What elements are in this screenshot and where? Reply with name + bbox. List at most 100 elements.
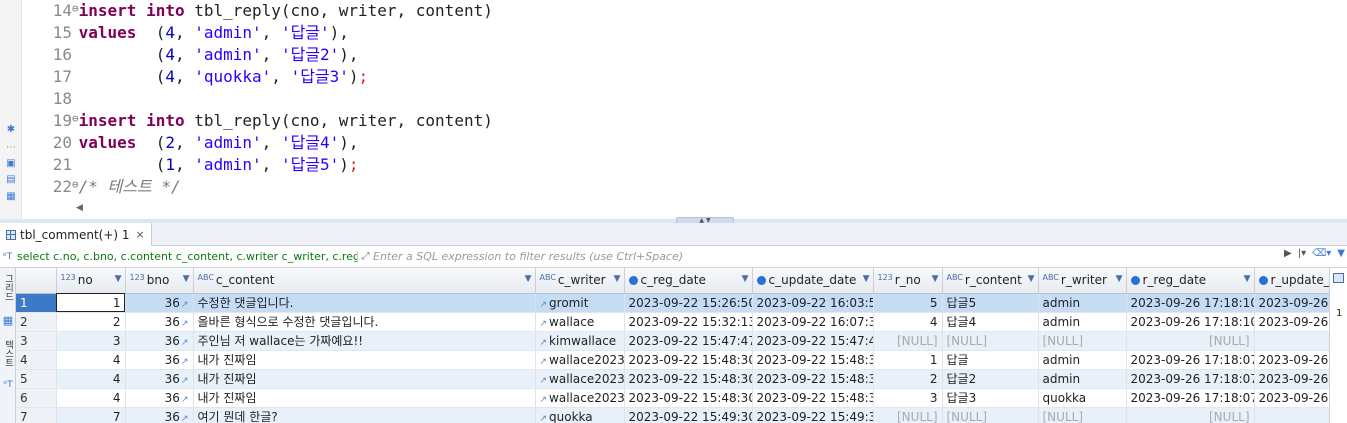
cell-r-no[interactable]: [NULL] <box>873 407 943 423</box>
cell-c-writer[interactable]: ↗ wallace <box>535 312 625 332</box>
cell-c-content[interactable]: 내가 진짜임 <box>193 350 536 370</box>
code-line[interactable]: 15 values (4, 'admin', '답글'), <box>28 22 349 44</box>
cell-no[interactable]: 3 <box>56 331 126 351</box>
cell-r-content[interactable]: 답글2 <box>942 369 1039 389</box>
gear-icon[interactable]: ✱ <box>5 124 17 136</box>
cell-c-writer[interactable]: ↗ wallace2023 <box>535 369 625 389</box>
fold-icon[interactable] <box>72 156 79 169</box>
foreign-key-link-icon[interactable]: ↗ <box>181 395 189 405</box>
text-view-icon[interactable]: ᵒT <box>1 380 15 390</box>
code-line[interactable]: 20 values (2, 'admin', '답글4'), <box>28 132 359 154</box>
cell-r-update[interactable] <box>1254 331 1329 351</box>
column-header-r-content[interactable]: ABC r_content ▼ <box>942 268 1039 294</box>
cell-c-update-date[interactable]: 2023-09-22 15:48:30 <box>752 350 874 370</box>
row-number[interactable]: 7 <box>16 407 57 423</box>
fold-icon[interactable] <box>72 134 79 147</box>
table-row[interactable]: 2 2 36↗ 올바른 형식으로 수정한 댓글입니다. ↗ wallace 2023-09-… <box>16 312 1329 332</box>
foreign-key-link-icon[interactable]: ↗ <box>181 319 189 329</box>
table-row[interactable]: 6 4 36↗ 내가 진짜임 ↗ wallace2023 2023-09-22 15:48:… <box>16 388 1329 408</box>
cell-r-no[interactable]: 1 <box>873 350 943 370</box>
foreign-key-link-icon[interactable]: ↗ <box>540 338 548 348</box>
history-dropdown-icon[interactable]: |▾ <box>1298 248 1306 259</box>
code-area[interactable]: 14⊖insert into tbl_reply(cno, writer, co… <box>28 0 1328 200</box>
cell-r-writer[interactable]: admin <box>1038 369 1127 389</box>
cell-r-writer[interactable]: admin <box>1038 293 1127 313</box>
row-number[interactable]: 6 <box>16 388 57 408</box>
column-header-r-update-date[interactable]: r_update_c <box>1254 268 1329 294</box>
cell-r-writer[interactable]: [NULL] <box>1038 331 1127 351</box>
sort-icon[interactable]: ▼ <box>115 274 122 284</box>
cell-r-update[interactable]: 2023-09-26 <box>1254 350 1329 370</box>
code-line[interactable]: 17 (4, 'quokka', '답글3'); <box>28 66 368 88</box>
grid-view-icon[interactable]: ▦ <box>1 315 15 327</box>
cell-r-reg-date[interactable]: 2023-09-26 17:18:07 <box>1126 350 1255 370</box>
code-line[interactable]: 18 <box>28 88 79 110</box>
column-header-bno[interactable]: 123 bno ▼ <box>125 268 194 294</box>
foreign-key-link-icon[interactable]: ↗ <box>181 376 189 386</box>
cell-bno[interactable]: 36↗ <box>125 331 194 351</box>
code-line[interactable]: 21 (1, 'admin', '답글5'); <box>28 154 359 176</box>
cell-c-content[interactable]: 주인님 저 wallace는 가짜예요!! <box>193 331 536 351</box>
column-header-r-writer[interactable]: ABC r_writer ▼ <box>1038 268 1127 294</box>
cell-r-content[interactable]: 답글 <box>942 350 1039 370</box>
cell-no[interactable]: 4 <box>56 350 126 370</box>
filter-icon[interactable]: ▼ <box>1337 248 1345 259</box>
cell-c-update-date[interactable]: 2023-09-22 15:48:30 <box>752 388 874 408</box>
cell-c-writer[interactable]: ↗ gromit <box>535 293 625 313</box>
cell-bno[interactable]: 36↗ <box>125 293 194 313</box>
sort-icon[interactable]: ▼ <box>1028 274 1035 284</box>
cell-c-content[interactable]: 올바른 형식으로 수정한 댓글입니다. <box>193 312 536 332</box>
cell-c-content[interactable]: 수정한 댓글입니다. <box>193 293 536 313</box>
table-row[interactable]: 7 7 36↗ 여기 뭔데 한글? ↗ quokka 2023-09-22 15:49:30… <box>16 407 1329 423</box>
foreign-key-link-icon[interactable]: ↗ <box>181 338 189 348</box>
results-grid[interactable]: 123 no ▼ 123 bno ▼ ABC c_content ▼ ABC c_writer… <box>16 268 1329 423</box>
column-header-c-update-date[interactable]: c_update_date ▼ <box>752 268 874 294</box>
cell-no[interactable]: 4 <box>56 388 126 408</box>
column-header-no[interactable]: 123 no ▼ <box>56 268 126 294</box>
cell-c-update-date[interactable]: 2023-09-22 15:49:30 <box>752 407 874 423</box>
cell-c-update-date[interactable]: 2023-09-22 15:47:47 <box>752 331 874 351</box>
cell-bno[interactable]: 36↗ <box>125 350 194 370</box>
column-header-c-content[interactable]: ABC c_content ▼ <box>193 268 536 294</box>
cell-r-update[interactable]: 2023-09-26 <box>1254 312 1329 332</box>
sort-icon[interactable]: ▼ <box>1244 274 1251 284</box>
code-line[interactable]: 16 (4, 'admin', '답글2'), <box>28 44 359 66</box>
tab-grid-view[interactable]: 그리드 <box>1 274 15 304</box>
cell-r-writer[interactable]: admin <box>1038 312 1127 332</box>
panels-icon[interactable] <box>1333 273 1344 283</box>
row-number[interactable]: 4 <box>16 350 57 370</box>
sort-icon[interactable]: ▼ <box>742 274 749 284</box>
more-icon[interactable]: ⋯ <box>5 142 17 154</box>
fold-icon[interactable]: ⊖ <box>72 2 79 15</box>
cell-r-content[interactable]: 답글3 <box>942 388 1039 408</box>
foreign-key-link-icon[interactable]: ↗ <box>181 300 189 310</box>
cell-r-no[interactable]: [NULL] <box>873 331 943 351</box>
sort-icon[interactable]: ▼ <box>863 274 870 284</box>
cell-bno[interactable]: 36↗ <box>125 369 194 389</box>
cell-r-content[interactable]: 답글4 <box>942 312 1039 332</box>
cell-r-update[interactable]: 2023-09-26 <box>1254 369 1329 389</box>
cell-r-reg-date[interactable]: 2023-09-26 17:18:10 <box>1126 293 1255 313</box>
row-number[interactable]: 1 <box>16 293 57 313</box>
cell-r-content[interactable]: [NULL] <box>942 407 1039 423</box>
history-forward-icon[interactable]: ▶ <box>1284 248 1292 259</box>
cell-r-content[interactable]: [NULL] <box>942 331 1039 351</box>
cell-c-content[interactable]: 내가 진짜임 <box>193 388 536 408</box>
cell-r-reg-date[interactable]: 2023-09-26 17:18:10 <box>1126 312 1255 332</box>
cell-c-reg-date[interactable]: 2023-09-22 15:32:13 <box>624 312 753 332</box>
query-text[interactable]: select c.no, c.bno, c.content c_content,… <box>17 250 357 263</box>
close-icon[interactable]: × <box>136 228 145 241</box>
tab-results[interactable]: tbl_comment(+) 1 × <box>0 223 152 246</box>
column-header-r-no[interactable]: 123 r_no ▼ <box>873 268 943 294</box>
foreign-key-link-icon[interactable]: ↗ <box>540 395 548 405</box>
cell-r-no[interactable]: 5 <box>873 293 943 313</box>
foreign-key-link-icon[interactable]: ↗ <box>540 319 548 329</box>
cell-c-content[interactable]: 내가 진짜임 <box>193 369 536 389</box>
sort-icon[interactable]: ▼ <box>614 274 621 284</box>
column-header-c-reg-date[interactable]: c_reg_date ▼ <box>624 268 753 294</box>
row-number[interactable]: 5 <box>16 369 57 389</box>
fold-icon[interactable]: ⊖ <box>72 178 79 191</box>
cell-c-writer[interactable]: ↗ kimwallace <box>535 331 625 351</box>
sort-icon[interactable]: ▼ <box>183 274 190 284</box>
fold-icon[interactable] <box>72 90 79 103</box>
